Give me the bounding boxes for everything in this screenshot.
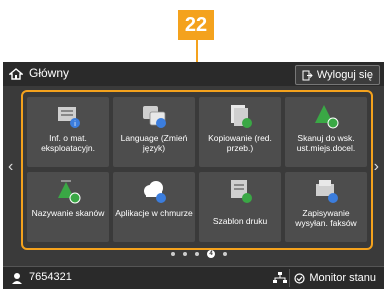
tile-label: Aplikacje w chmurze bbox=[115, 208, 193, 218]
tile-label: Nazywanie skanów bbox=[31, 208, 105, 218]
tile-language[interactable]: Language (Zmień język) bbox=[113, 97, 195, 167]
page-title: Główny bbox=[29, 66, 70, 80]
language-icon bbox=[143, 106, 166, 128]
callout-number-badge: 22 bbox=[178, 10, 214, 40]
status-monitor-label: Monitor stanu bbox=[309, 272, 376, 284]
logout-label: Wyloguj się bbox=[316, 69, 373, 81]
logout-button[interactable]: Wyloguj się bbox=[294, 65, 380, 85]
tile-label: Szablon druku bbox=[212, 216, 268, 226]
page-dot[interactable] bbox=[171, 252, 175, 256]
tile-fax-save[interactable]: Zapisywanie wysyłan. faksów bbox=[285, 172, 367, 242]
page-prev-arrow[interactable]: ‹ bbox=[8, 158, 13, 176]
device-screen: Główny Wyloguj się ‹ › i Inf. o mat. eks… bbox=[3, 62, 384, 289]
tile-cloud-apps[interactable]: Aplikacje w chmurze bbox=[113, 172, 195, 242]
tile-copy[interactable]: Kopiowanie (red. przeb.) bbox=[199, 97, 281, 167]
tile-label: Language (Zmień język) bbox=[120, 133, 188, 153]
tile-label: Skanuj do wsk. ust.miejs.docel. bbox=[296, 133, 356, 153]
tile-label: Kopiowanie (red. przeb.) bbox=[208, 133, 272, 153]
template-icon bbox=[231, 180, 252, 203]
cloud-icon bbox=[144, 181, 166, 203]
logout-icon bbox=[302, 70, 313, 80]
footer-bar: 7654321 Monitor stanu bbox=[3, 266, 384, 289]
fax-save-icon bbox=[316, 180, 338, 203]
printer-info-icon: i bbox=[58, 107, 80, 128]
page-dot[interactable] bbox=[223, 252, 227, 256]
network-icon[interactable] bbox=[273, 272, 287, 284]
page-indicator: 4 bbox=[171, 250, 227, 258]
status-monitor-button[interactable]: Monitor stanu bbox=[289, 269, 380, 287]
tile-scan-to-destination[interactable]: Skanuj do wsk. ust.miejs.docel. bbox=[285, 97, 367, 167]
user-id: 7654321 bbox=[29, 271, 72, 283]
page-dot[interactable] bbox=[183, 252, 187, 256]
page-next-arrow[interactable]: › bbox=[374, 158, 379, 176]
tile-scan-naming[interactable]: Nazywanie skanów bbox=[27, 172, 109, 242]
tile-label: Inf. o mat. eksploatacyjn. bbox=[41, 133, 95, 153]
tile-label: Zapisywanie wysyłan. faksów bbox=[295, 208, 357, 228]
highlighted-tile-area: i Inf. o mat. eksploatacyjn. Language (Z… bbox=[21, 90, 373, 250]
status-monitor-icon bbox=[294, 272, 305, 284]
page-dot-active[interactable]: 4 bbox=[207, 250, 215, 258]
home-icon[interactable] bbox=[9, 67, 23, 81]
scan-name-icon bbox=[58, 180, 81, 204]
tile-print-template[interactable]: Szablon druku bbox=[199, 172, 281, 242]
tile-consumables-info[interactable]: i Inf. o mat. eksploatacyjn. bbox=[27, 97, 109, 167]
scan-tree-icon bbox=[315, 105, 339, 129]
page-dot[interactable] bbox=[195, 252, 199, 256]
copy-icon bbox=[231, 105, 252, 128]
user-icon bbox=[12, 273, 22, 284]
header-bar: Główny Wyloguj się bbox=[3, 62, 384, 86]
